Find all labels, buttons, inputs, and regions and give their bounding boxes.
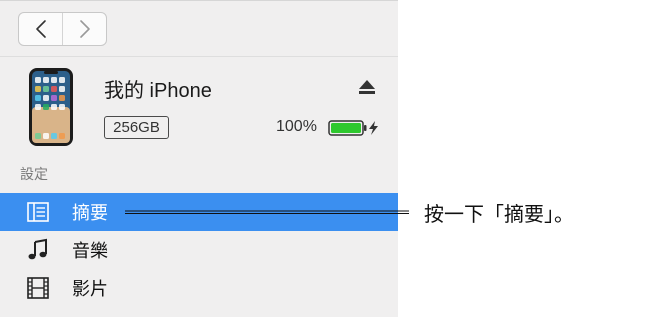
sidebar-item-label: 音樂 bbox=[72, 241, 108, 261]
settings-section-label: 設定 bbox=[20, 166, 48, 182]
top-border bbox=[0, 0, 398, 1]
callout-leader-line bbox=[125, 210, 409, 214]
divider bbox=[0, 56, 398, 57]
callout-text: 按一下「摘要」。 bbox=[424, 204, 574, 226]
sidebar-item-music[interactable]: 音樂 bbox=[0, 231, 398, 269]
battery-charging-icon bbox=[328, 120, 378, 136]
sidebar: 我的 iPhone 256GB 100% 設定 摘要 音樂 影片 bbox=[0, 0, 398, 317]
chevron-right-icon bbox=[79, 20, 90, 38]
summary-list-icon bbox=[27, 202, 49, 222]
device-name: 我的 iPhone bbox=[104, 80, 212, 102]
sidebar-item-label: 影片 bbox=[72, 279, 108, 299]
film-icon bbox=[27, 277, 49, 299]
battery-percent: 100% bbox=[276, 118, 317, 135]
music-note-icon bbox=[28, 238, 47, 260]
sidebar-item-movies[interactable]: 影片 bbox=[0, 269, 398, 307]
sidebar-item-label: 摘要 bbox=[72, 203, 108, 223]
back-button[interactable] bbox=[19, 13, 62, 45]
capacity-badge: 256GB bbox=[104, 116, 169, 139]
navigation-buttons bbox=[18, 12, 107, 46]
eject-icon[interactable] bbox=[357, 78, 377, 96]
forward-button[interactable] bbox=[62, 13, 106, 45]
iphone-icon[interactable] bbox=[28, 67, 74, 147]
chevron-left-icon bbox=[35, 20, 46, 38]
